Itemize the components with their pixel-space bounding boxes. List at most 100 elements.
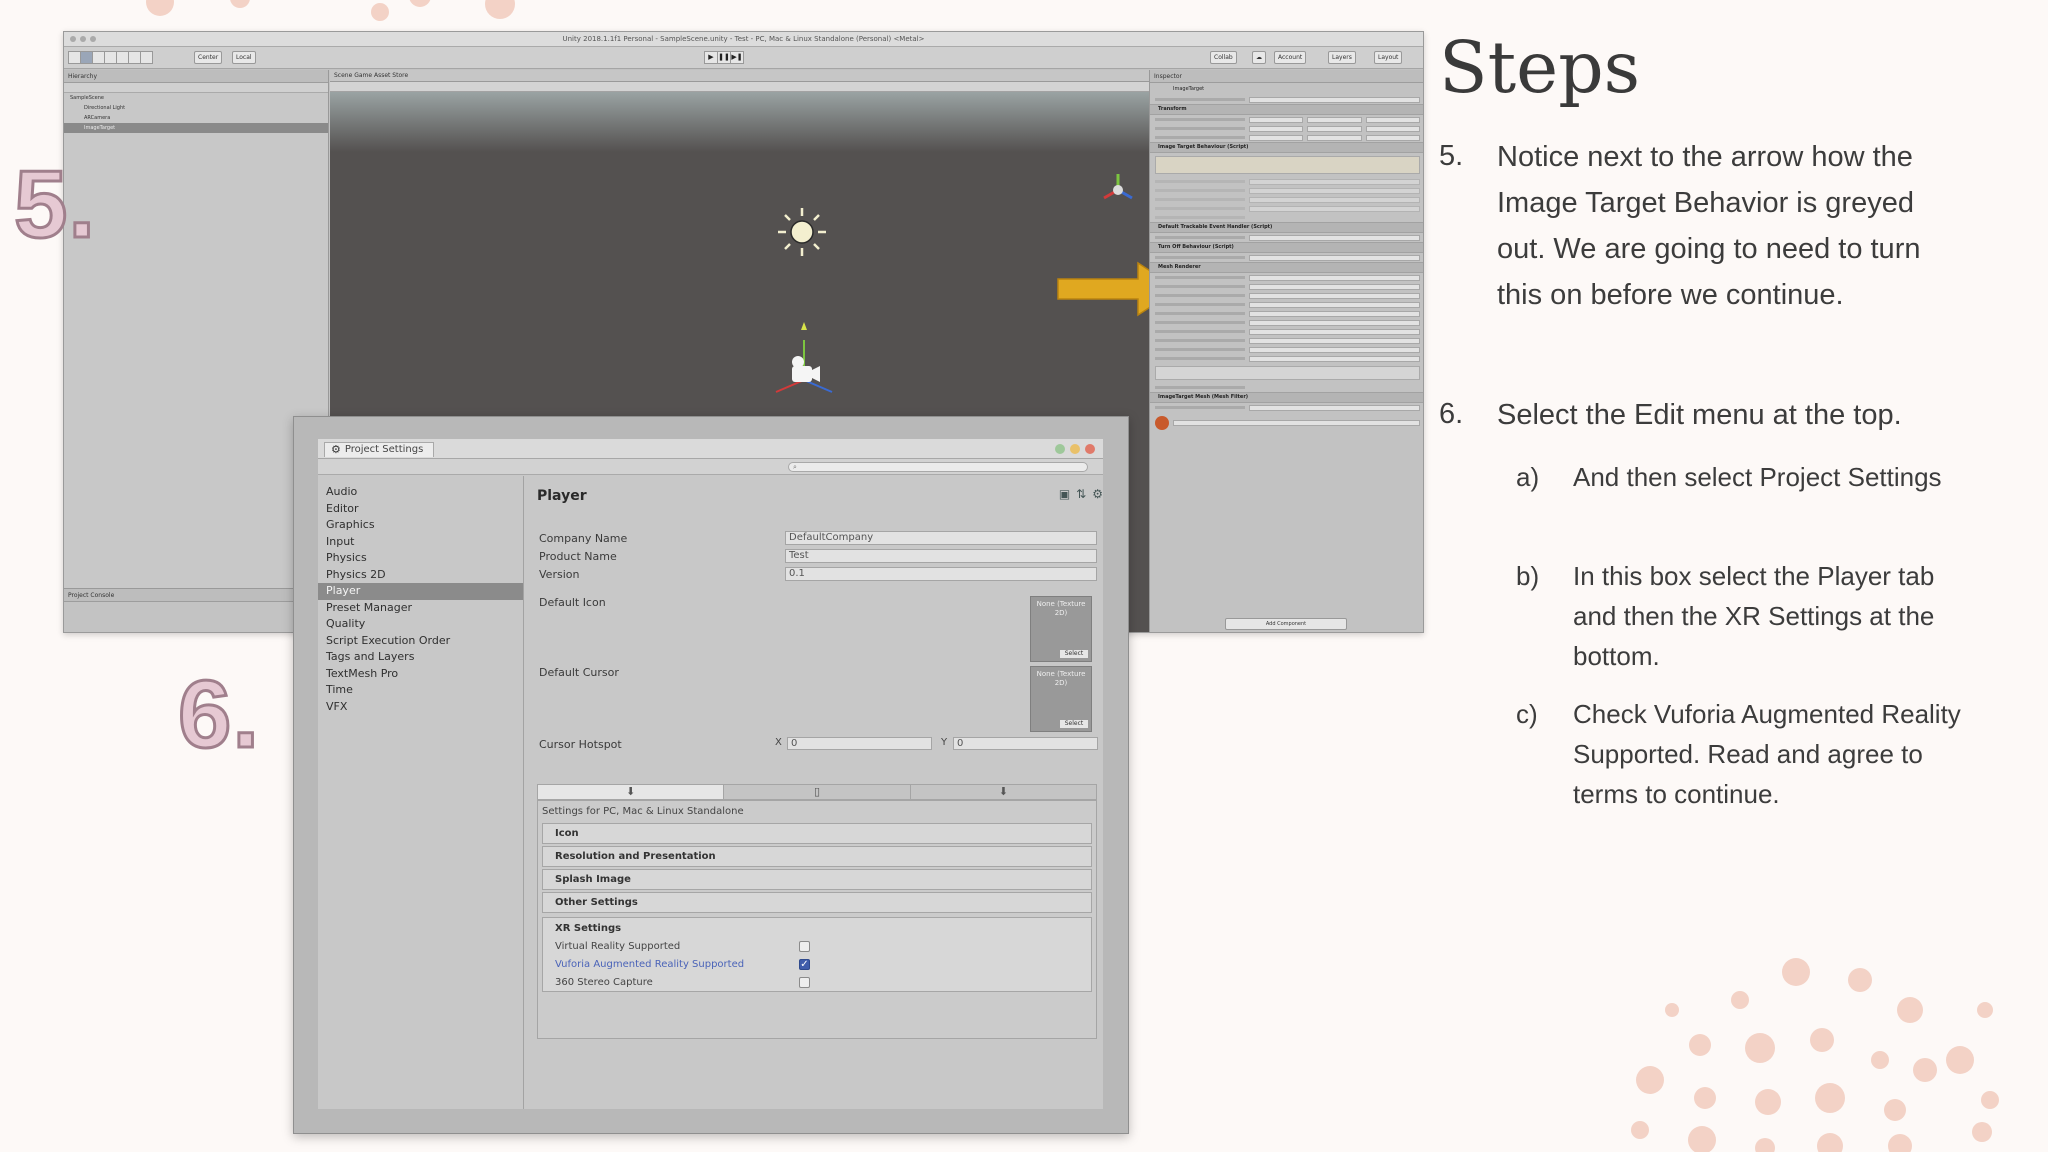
section-other-settings[interactable]: Other Settings (542, 892, 1092, 913)
tab-android[interactable]: ⬇ (911, 785, 1096, 799)
settings-gear-icon[interactable]: ⚙ (1092, 488, 1103, 500)
hierarchy-item[interactable]: Directional Light (64, 103, 328, 113)
sidebar-item-physics[interactable]: Physics (318, 550, 523, 567)
component-header[interactable]: Mesh Renderer (1150, 262, 1423, 273)
step-icon[interactable]: ▶❚ (730, 51, 744, 64)
window-controls[interactable] (1055, 444, 1095, 454)
platform-settings-box: Settings for PC, Mac & Linux Standalone … (537, 800, 1097, 1039)
sidebar-item-audio[interactable]: Audio (318, 484, 523, 501)
play-controls[interactable]: ▶ ❚❚ ▶❚ (704, 51, 744, 64)
tab-standalone[interactable]: ⬇ (538, 785, 725, 799)
project-tabs[interactable]: Project Console (64, 589, 329, 602)
hierarchy-item[interactable]: SampleScene (64, 93, 328, 103)
default-icon-slot[interactable]: None (Texture 2D) Select (1030, 596, 1092, 662)
cloud-icon[interactable]: ☁ (1252, 51, 1266, 64)
xr-settings-title[interactable]: XR Settings (543, 918, 1091, 937)
version-field[interactable]: 0.1 (785, 567, 1097, 581)
sidebar-item-graphics[interactable]: Graphics (318, 517, 523, 534)
section-splash-image[interactable]: Splash Image (542, 869, 1092, 890)
substep-letter: a) (1516, 462, 1540, 492)
vuforia-ar-supported-label: Vuforia Augmented Reality Supported (555, 958, 745, 970)
maximize-icon[interactable] (1055, 444, 1065, 454)
component-header[interactable]: Transform (1150, 104, 1423, 115)
project-settings-title-bar: ⚙ Project Settings (318, 439, 1103, 459)
transform-tools[interactable] (68, 51, 153, 64)
hierarchy-item-selected[interactable]: ImageTarget (64, 123, 328, 133)
component-header-image-target[interactable]: Image Target Behaviour (Script) (1150, 142, 1423, 153)
substep-letter: b) (1516, 561, 1540, 591)
inspector-panel: Inspector ImageTarget Transform Image Ta… (1149, 70, 1423, 632)
add-component-button[interactable]: Add Component (1225, 618, 1347, 630)
component-header[interactable]: Turn Off Behaviour (Script) (1150, 242, 1423, 253)
sidebar-item-quality[interactable]: Quality (318, 616, 523, 633)
minimize-icon[interactable] (1070, 444, 1080, 454)
layers-button[interactable]: Layers (1328, 51, 1356, 64)
project-settings-screenshot: ⚙ Project Settings ⌕ Audio Editor Graphi… (293, 416, 1129, 1134)
sidebar-item-time[interactable]: Time (318, 682, 523, 699)
sidebar-item-physics-2d[interactable]: Physics 2D (318, 567, 523, 584)
settings-sidebar: Audio Editor Graphics Input Physics Phys… (318, 476, 524, 1109)
sidebar-item-editor[interactable]: Editor (318, 501, 523, 518)
custom-tool-icon[interactable] (140, 51, 153, 64)
section-icon[interactable]: Icon (542, 823, 1092, 844)
hierarchy-item[interactable]: ARCamera (64, 113, 328, 123)
help-book-icon[interactable]: ▣ (1059, 488, 1070, 500)
product-name-field[interactable]: Test (785, 549, 1097, 563)
header-actions: ▣ ⇅ ⚙ (1059, 488, 1103, 500)
select-button[interactable]: Select (1059, 649, 1089, 659)
component-header[interactable]: ImageTarget Mesh (Mesh Filter) (1150, 392, 1423, 403)
sidebar-item-textmesh-pro[interactable]: TextMesh Pro (318, 666, 523, 683)
collab-button[interactable]: Collab (1210, 51, 1237, 64)
account-button[interactable]: Account (1274, 51, 1307, 64)
pause-icon[interactable]: ❚❚ (717, 51, 731, 64)
camera-icon (775, 322, 833, 393)
project-panel: Project Console (64, 588, 329, 632)
xr-option-row: Vuforia Augmented Reality Supported ✓ (543, 955, 1091, 973)
pivot-center-button[interactable]: Center (194, 51, 223, 64)
sidebar-item-tags-and-layers[interactable]: Tags and Layers (318, 649, 523, 666)
company-name-field[interactable]: DefaultCompany (785, 531, 1097, 545)
scene-tabs[interactable]: Scene Game Asset Store (330, 70, 1173, 82)
inspector-tab[interactable]: Inspector (1150, 70, 1423, 83)
inspector-object-name[interactable]: ImageTarget (1155, 86, 1204, 92)
sidebar-item-vfx[interactable]: VFX (318, 699, 523, 716)
page-title: Player (537, 488, 587, 504)
hotspot-y-field[interactable]: 0 (953, 737, 1098, 750)
hotspot-y-label: Y (941, 737, 948, 748)
layout-button[interactable]: Layout (1374, 51, 1403, 64)
platform-settings-label: Settings for PC, Mac & Linux Standalone (542, 806, 744, 817)
window-controls[interactable] (70, 36, 96, 42)
project-settings-tab[interactable]: ⚙ Project Settings (324, 442, 435, 457)
hotspot-x-field[interactable]: 0 (787, 737, 932, 750)
component-header[interactable]: Default Trackable Event Handler (Script) (1150, 222, 1423, 233)
pivot-local-button[interactable]: Local (232, 51, 256, 64)
sidebar-item-script-execution-order[interactable]: Script Execution Order (318, 633, 523, 650)
default-cursor-slot[interactable]: None (Texture 2D) Select (1030, 666, 1092, 732)
step-5-marker: 5. (12, 150, 97, 260)
search-input[interactable]: ⌕ (788, 462, 1088, 472)
close-icon[interactable] (1085, 444, 1095, 454)
stereo-capture-checkbox[interactable] (799, 976, 810, 988)
version-label: Version (539, 568, 580, 581)
search-icon: ⌕ (793, 463, 797, 471)
texture-none-label: None (Texture 2D) (1036, 600, 1086, 617)
virtual-reality-supported-checkbox[interactable] (799, 940, 810, 952)
preset-icon[interactable]: ⇅ (1076, 488, 1086, 500)
step-number: 5. (1439, 140, 1464, 172)
default-cursor-label: Default Cursor (539, 666, 619, 679)
play-icon[interactable]: ▶ (704, 51, 718, 64)
default-icon-label: Default Icon (539, 596, 606, 609)
axis-gizmo-icon (1103, 174, 1133, 200)
vuforia-ar-supported-checkbox[interactable]: ✓ (799, 958, 810, 970)
sidebar-item-preset-manager[interactable]: Preset Manager (318, 600, 523, 617)
section-resolution-and-presentation[interactable]: Resolution and Presentation (542, 846, 1092, 867)
warning-box (1155, 156, 1420, 174)
virtual-reality-supported-label: Virtual Reality Supported (555, 940, 681, 952)
tab-ios[interactable]: ▯ (724, 785, 911, 799)
select-button[interactable]: Select (1059, 719, 1089, 729)
hierarchy-tab[interactable]: Hierarchy (64, 70, 328, 83)
sidebar-item-player[interactable]: Player (318, 583, 523, 600)
section-xr-settings: XR Settings Virtual Reality Supported Vu… (542, 917, 1092, 992)
step-text: Notice next to the arrow how the Image T… (1497, 141, 1921, 311)
sidebar-item-input[interactable]: Input (318, 534, 523, 551)
